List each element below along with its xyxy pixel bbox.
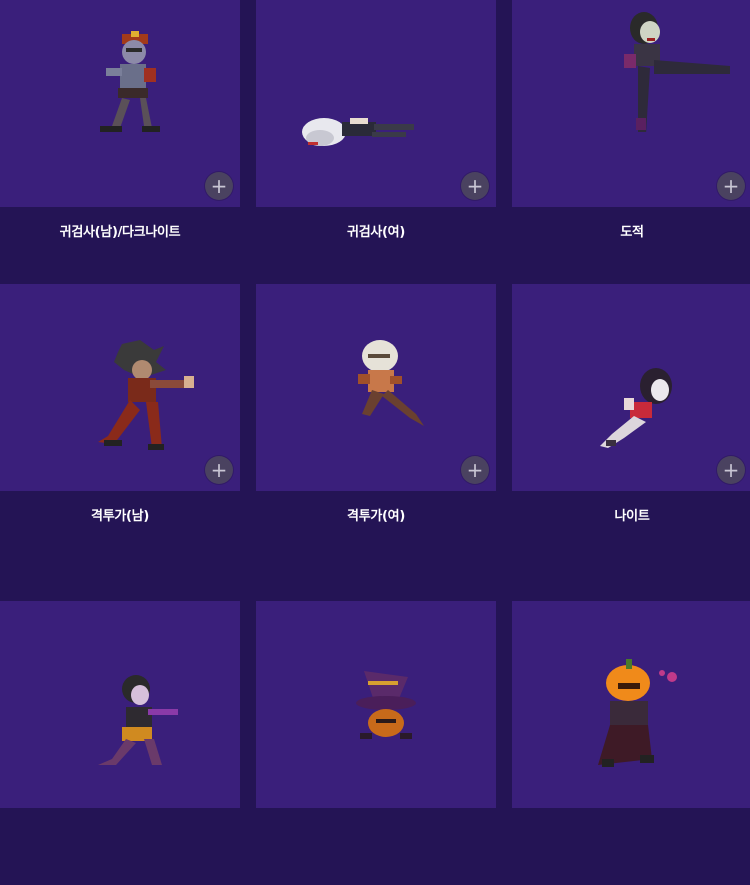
character-thumbnail: + bbox=[256, 284, 496, 491]
add-button[interactable]: + bbox=[205, 456, 233, 484]
thief-sprite bbox=[624, 12, 730, 132]
character-card[interactable]: + 귀검사(남)/다크나이트 bbox=[0, 0, 240, 284]
priest-sprite bbox=[598, 659, 677, 767]
slayer-female-sprite bbox=[302, 118, 414, 146]
character-thumbnail: + bbox=[0, 601, 240, 808]
character-card[interactable]: + 귀검사(여) bbox=[256, 0, 496, 284]
character-name bbox=[512, 808, 750, 885]
character-thumbnail: + bbox=[0, 0, 240, 207]
character-name: 격투가(여) bbox=[347, 509, 405, 524]
character-grid: + 귀검사(남)/다크나이트 + 귀검사(여) + 도적 + 격투가(남) + … bbox=[0, 0, 750, 885]
fighter-male-sprite bbox=[98, 340, 194, 450]
character-name bbox=[0, 808, 240, 885]
add-button[interactable]: + bbox=[205, 172, 233, 200]
slayer-male-sprite bbox=[100, 31, 160, 132]
character-card[interactable]: + 나이트 bbox=[512, 284, 750, 568]
character-card[interactable]: + 격투가(남) bbox=[0, 284, 240, 568]
add-button[interactable]: + bbox=[717, 172, 745, 200]
character-thumbnail: + bbox=[512, 284, 750, 491]
character-card[interactable]: + 격투가(여) bbox=[256, 284, 496, 568]
add-button[interactable]: + bbox=[717, 456, 745, 484]
gunner-sprite bbox=[98, 675, 178, 765]
character-thumbnail: + bbox=[512, 601, 750, 808]
add-button[interactable]: + bbox=[461, 456, 489, 484]
character-name: 격투가(남) bbox=[91, 509, 149, 524]
character-thumbnail: + bbox=[0, 284, 240, 491]
character-name: 나이트 bbox=[614, 509, 650, 524]
character-card[interactable]: + bbox=[512, 601, 750, 885]
character-card[interactable]: + 도적 bbox=[512, 0, 750, 284]
character-name: 귀검사(남)/다크나이트 bbox=[59, 225, 181, 240]
character-thumbnail: + bbox=[256, 0, 496, 207]
fighter-female-sprite bbox=[358, 340, 424, 426]
character-thumbnail: + bbox=[256, 601, 496, 808]
character-thumbnail: + bbox=[512, 0, 750, 207]
character-name: 귀검사(여) bbox=[347, 225, 405, 240]
character-card[interactable]: + bbox=[0, 601, 240, 885]
character-name: 도적 bbox=[620, 225, 644, 240]
character-card[interactable]: + bbox=[256, 601, 496, 885]
knight-sprite bbox=[600, 368, 672, 448]
add-button[interactable]: + bbox=[461, 172, 489, 200]
mage-sprite bbox=[356, 671, 416, 739]
character-name bbox=[256, 808, 496, 885]
